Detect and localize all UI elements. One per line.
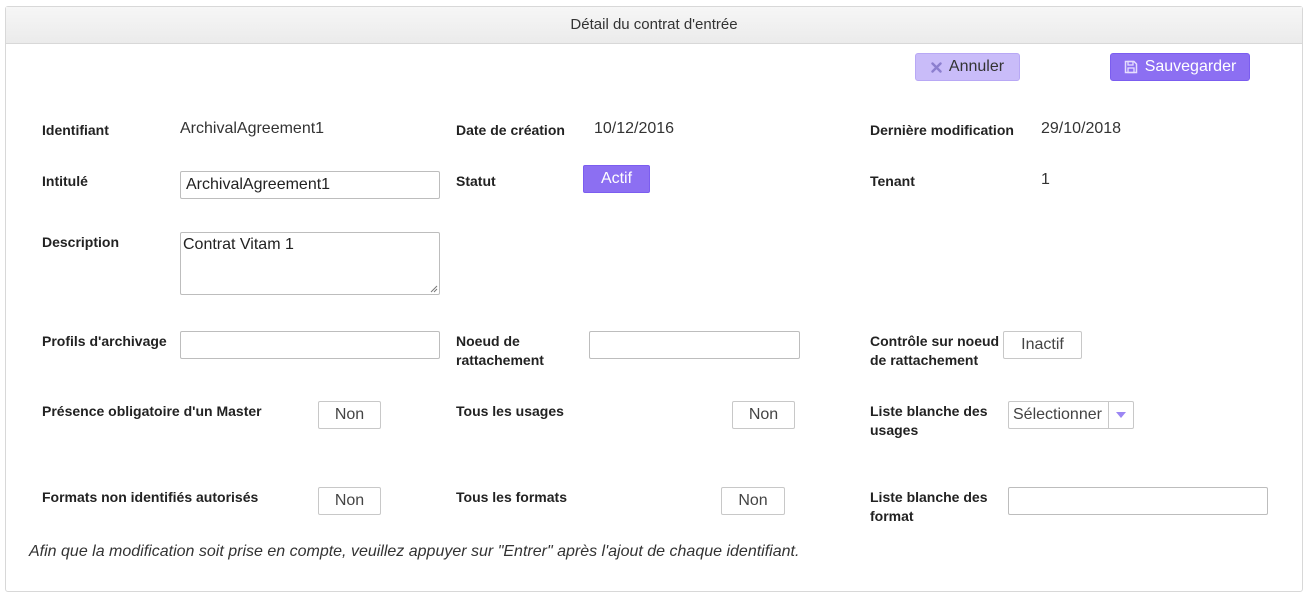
status-label: Statut [456,173,496,189]
tenant-value: 1 [1041,171,1050,188]
all-formats-toggle[interactable]: Non [721,487,785,515]
master-mandatory-label: Présence obligatoire d'un Master [42,403,262,419]
attachment-node-label-line1: Noeud de [456,333,520,349]
usage-whitelist-label-line2: usages [870,422,919,438]
panel-title: Détail du contrat d'entrée [6,7,1302,44]
format-whitelist-label-line1: Liste blanche des [870,489,988,505]
master-mandatory-toggle[interactable]: Non [318,401,381,429]
attachment-node-control-label-line2: de rattachement [870,352,979,368]
save-button-label: Sauvegarder [1144,58,1237,75]
cancel-button[interactable]: Annuler [915,53,1020,81]
usage-whitelist-select[interactable]: Sélectionner [1008,401,1134,429]
archive-profiles-input[interactable] [180,331,440,359]
last-modified-value: 29/10/2018 [1041,120,1122,137]
all-usages-label: Tous les usages [456,403,564,419]
footer-note: Afin que la modification soit prise en c… [29,543,800,560]
attachment-node-label: Noeud de rattachement [456,332,544,370]
attachment-node-input[interactable] [589,331,800,359]
attachment-node-label-line2: rattachement [456,352,544,368]
attachment-node-control-label: Contrôle sur noeud de rattachement [870,332,999,370]
floppy-disk-icon [1124,60,1137,74]
save-button[interactable]: Sauvegarder [1110,53,1250,81]
archive-profiles-label: Profils d'archivage [42,333,167,349]
status-toggle[interactable]: Actif [583,165,650,193]
unidentified-formats-toggle[interactable]: Non [318,487,381,515]
usage-whitelist-label-line1: Liste blanche des [870,403,988,419]
identifier-label: Identifiant [42,122,109,138]
format-whitelist-input[interactable] [1008,487,1268,515]
dropdown-toggle[interactable] [1108,402,1133,428]
tenant-label: Tenant [870,173,915,189]
identifier-value: ArchivalAgreement1 [180,120,325,137]
caret-down-icon [1116,412,1126,418]
usage-whitelist-label: Liste blanche des usages [870,402,987,440]
format-whitelist-label: Liste blanche des format [870,488,987,526]
title-label: Intitulé [42,173,88,189]
all-usages-toggle[interactable]: Non [732,401,795,429]
all-formats-label: Tous les formats [456,489,567,505]
creation-date-value: 10/12/2016 [594,120,675,137]
attachment-node-control-toggle[interactable]: Inactif [1003,331,1082,359]
description-label: Description [42,234,120,250]
close-icon [931,61,942,73]
format-whitelist-label-line2: format [870,508,914,524]
attachment-node-control-label-line1: Contrôle sur noeud [870,333,1000,349]
title-input[interactable] [180,171,440,199]
description-textarea[interactable]: Contrat Vitam 1 [180,232,440,295]
resize-handle-icon[interactable] [430,285,438,293]
cancel-button-label: Annuler [948,58,1005,75]
usage-whitelist-select-value: Sélectionner [1013,406,1102,423]
last-modified-label: Dernière modification [870,122,1014,138]
creation-date-label: Date de création [456,122,565,138]
unidentified-formats-label: Formats non identifiés autorisés [42,489,259,505]
